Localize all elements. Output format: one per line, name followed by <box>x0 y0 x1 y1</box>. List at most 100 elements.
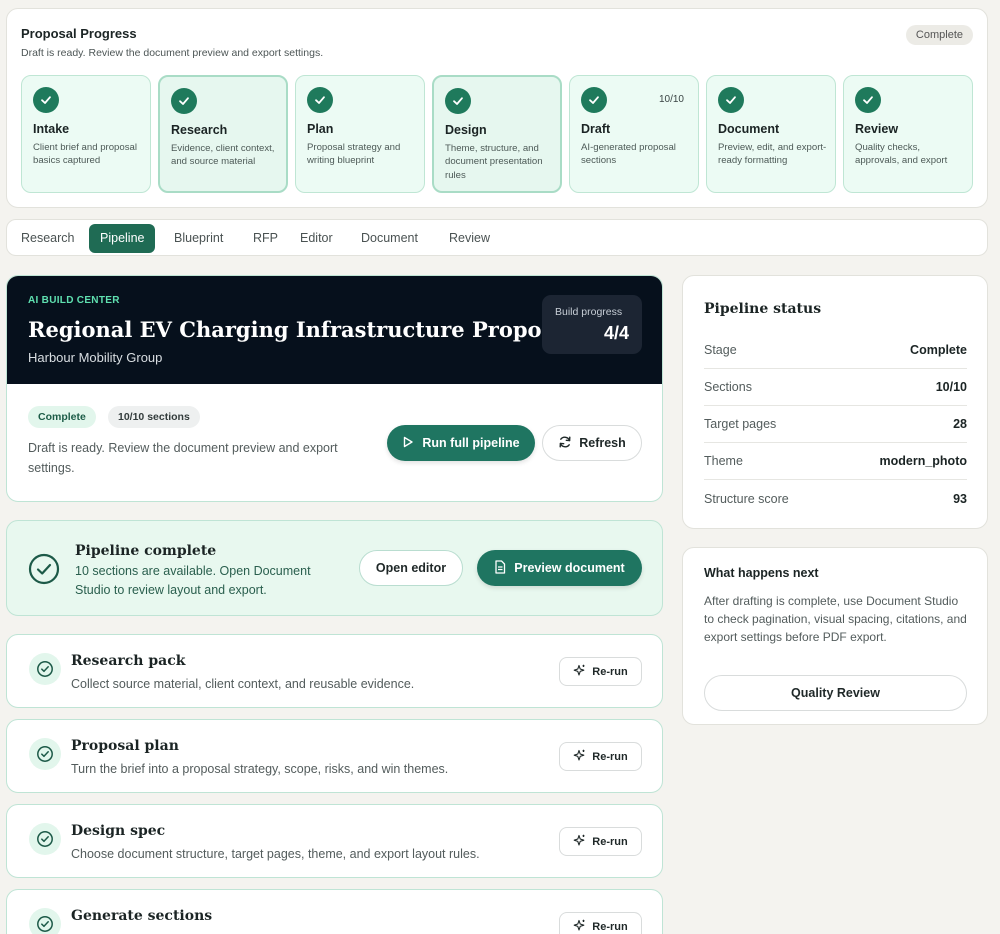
step-description: Quality checks, approvals, and export <box>855 142 948 167</box>
status-key: Theme <box>704 454 743 468</box>
client-name: Harbour Mobility Group <box>28 350 163 365</box>
sections-pill: 10/10 sections <box>108 406 200 428</box>
stage-description: Turn the brief into a proposal strategy,… <box>71 762 449 776</box>
status-key: Sections <box>704 380 752 394</box>
check-icon <box>855 87 881 113</box>
tab-research[interactable]: Research <box>10 224 86 253</box>
status-badge: Complete <box>905 25 973 45</box>
status-pill: Complete <box>28 406 96 428</box>
refresh-button[interactable]: Refresh <box>542 425 642 461</box>
check-icon <box>307 87 333 113</box>
tab-rfp[interactable]: RFP <box>242 224 289 253</box>
stage-generate-sections: Generate sections Re-run <box>6 889 663 934</box>
run-full-pipeline-button[interactable]: Run full pipeline <box>387 425 535 461</box>
quality-review-button[interactable]: Quality Review <box>704 675 967 711</box>
tab-editor[interactable]: Editor <box>289 224 344 253</box>
stage-research-pack: Research pack Collect source material, c… <box>6 634 663 708</box>
step-intake[interactable]: Intake Client brief and proposal basics … <box>21 75 151 193</box>
step-label: Research <box>171 123 228 137</box>
rerun-button[interactable]: Re-run <box>559 657 642 686</box>
open-editor-button[interactable]: Open editor <box>359 550 463 586</box>
stage-description: Collect source material, client context,… <box>71 677 415 691</box>
sparkle-icon <box>573 664 586 680</box>
step-label: Document <box>718 122 780 136</box>
status-key: Structure score <box>704 491 789 506</box>
sparkle-icon <box>573 919 586 934</box>
check-circle-icon <box>29 823 61 855</box>
pipeline-status-title: Pipeline status <box>704 301 822 317</box>
pipeline-complete-banner: Pipeline complete 10 sections are availa… <box>6 520 663 616</box>
check-icon <box>581 87 607 113</box>
tab-document[interactable]: Document <box>350 224 429 253</box>
progress-title: Proposal Progress <box>21 26 137 41</box>
step-label: Draft <box>581 122 611 136</box>
tab-blueprint[interactable]: Blueprint <box>163 224 234 253</box>
build-center-header: AI BUILD CENTER Regional EV Charging Inf… <box>7 276 662 384</box>
step-description: AI-generated proposal sections <box>581 142 676 167</box>
step-label: Review <box>855 122 899 136</box>
step-description: Evidence, client context, and source mat… <box>171 143 275 168</box>
progress-subtitle: Draft is ready. Review the document prev… <box>21 47 324 59</box>
step-label: Design <box>445 123 487 137</box>
proposal-progress-card: Proposal Progress Draft is ready. Review… <box>6 8 988 208</box>
next-title: What happens next <box>704 566 819 580</box>
stage-title: Design spec <box>71 823 166 839</box>
rerun-label: Re-run <box>592 835 628 848</box>
rerun-button[interactable]: Re-run <box>559 742 642 771</box>
build-center-card: AI BUILD CENTER Regional EV Charging Inf… <box>6 275 663 502</box>
build-progress-box: Build progress 4/4 <box>542 295 642 354</box>
rerun-label: Re-run <box>592 665 628 678</box>
status-row-target-pages: Target pages 28 <box>704 406 967 443</box>
status-row-theme: Theme modern_photo <box>704 443 967 480</box>
play-icon <box>402 436 414 451</box>
pipeline-status-card: Pipeline status Stage Complete Sections … <box>682 275 988 529</box>
stage-design-spec: Design spec Choose document structure, t… <box>6 804 663 878</box>
step-research[interactable]: Research Evidence, client context, and s… <box>158 75 288 193</box>
check-circle-icon <box>28 553 60 590</box>
banner-text: 10 sections are available. Open Document… <box>75 564 311 597</box>
document-icon <box>494 559 506 577</box>
build-progress-value: 4/4 <box>603 323 629 343</box>
step-design[interactable]: Design Theme, structure, and document pr… <box>432 75 562 193</box>
tab-pipeline[interactable]: Pipeline <box>89 224 156 253</box>
rerun-label: Re-run <box>592 920 628 933</box>
step-review[interactable]: Review Quality checks, approvals, and ex… <box>843 75 973 193</box>
status-row-structure-score: Structure score 93 <box>704 480 967 517</box>
stage-proposal-plan: Proposal plan Turn the brief into a prop… <box>6 719 663 793</box>
status-key: Stage <box>704 343 737 357</box>
eyebrow-label: AI BUILD CENTER <box>28 295 120 306</box>
preview-document-button[interactable]: Preview document <box>477 550 642 586</box>
next-text: After drafting is complete, use Document… <box>704 594 967 645</box>
preview-document-label: Preview document <box>514 561 625 575</box>
refresh-label: Refresh <box>579 436 626 450</box>
check-icon <box>445 88 471 114</box>
stage-description: Choose document structure, target pages,… <box>71 847 480 861</box>
rerun-button[interactable]: Re-run <box>559 912 642 934</box>
status-value: Complete <box>910 343 967 357</box>
status-key: Target pages <box>704 417 777 431</box>
proposal-title: Regional EV Charging Infrastructure Prop… <box>28 317 575 342</box>
rerun-label: Re-run <box>592 750 628 763</box>
stage-title: Proposal plan <box>71 738 179 754</box>
status-value: 28 <box>953 417 967 431</box>
step-description: Theme, structure, and document presentat… <box>445 143 543 181</box>
what-happens-next-card: What happens next After drafting is comp… <box>682 547 988 725</box>
tab-bar: Research Pipeline Blueprint RFP Editor D… <box>6 219 988 256</box>
step-plan[interactable]: Plan Proposal strategy and writing bluep… <box>295 75 425 193</box>
refresh-icon <box>558 435 572 452</box>
status-value: 93 <box>953 491 967 506</box>
sparkle-icon <box>573 834 586 850</box>
step-description: Preview, edit, and export-ready formatti… <box>718 142 827 167</box>
check-circle-icon <box>29 908 61 934</box>
step-count: 10/10 <box>658 94 684 105</box>
step-document[interactable]: Document Preview, edit, and export-ready… <box>706 75 836 193</box>
step-label: Plan <box>307 122 334 136</box>
tab-review[interactable]: Review <box>438 224 501 253</box>
check-circle-icon <box>29 738 61 770</box>
step-draft[interactable]: 10/10 Draft AI-generated proposal sectio… <box>569 75 699 193</box>
rerun-button[interactable]: Re-run <box>559 827 642 856</box>
check-icon <box>33 87 59 113</box>
step-description: Proposal strategy and writing blueprint <box>307 142 401 167</box>
run-full-pipeline-label: Run full pipeline <box>422 436 520 450</box>
check-icon <box>718 87 744 113</box>
